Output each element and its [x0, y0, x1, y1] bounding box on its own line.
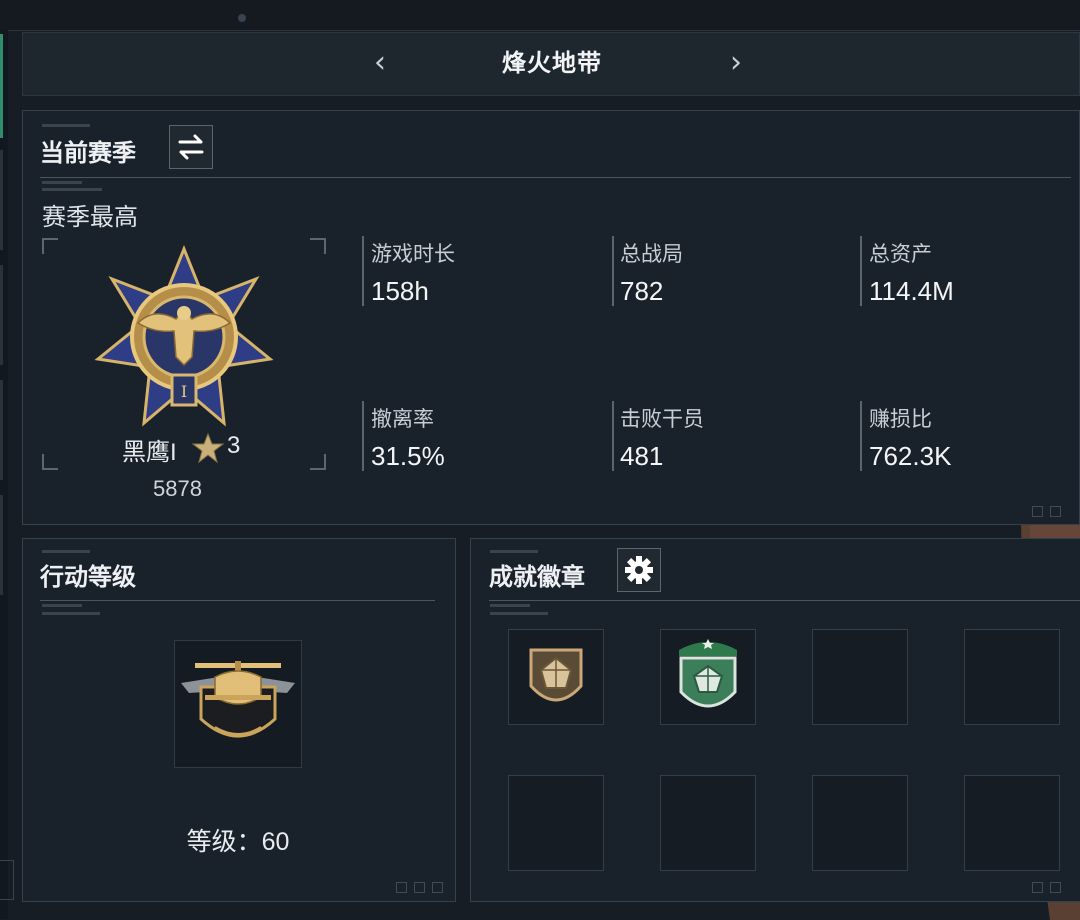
frame-corner — [310, 454, 326, 470]
top-bar — [0, 0, 1080, 31]
left-rail-tab[interactable] — [0, 495, 3, 595]
decor-line — [42, 124, 90, 127]
achievements-divider — [489, 600, 1080, 601]
stat-label: 总战局 — [620, 243, 683, 266]
chevron-left-icon[interactable]: ‹ — [365, 48, 395, 78]
decor-square — [1050, 506, 1061, 517]
stat-divider — [612, 401, 614, 471]
left-rail-tab[interactable] — [0, 150, 3, 250]
stat-label: 击败干员 — [620, 408, 704, 431]
season-divider — [40, 177, 1071, 178]
helicopter-badge-icon — [181, 661, 295, 738]
decor-square — [1050, 882, 1061, 893]
map-name: 烽火地带 — [502, 50, 602, 77]
achievement-slot-empty[interactable] — [508, 775, 604, 871]
bronze-shield-badge-icon — [529, 648, 583, 702]
action-level-title: 行动等级 — [40, 564, 136, 591]
stat-divider — [362, 401, 364, 471]
decor-line — [42, 550, 90, 553]
rank-name: 黑鹰I — [122, 439, 177, 466]
decor-line — [490, 604, 530, 607]
left-rail-active-marker — [0, 34, 3, 138]
stat-value: 31.5% — [371, 441, 445, 471]
decor-square — [1032, 882, 1043, 893]
decor-square — [432, 882, 443, 893]
frame-corner — [42, 238, 58, 254]
achievement-slot[interactable] — [660, 629, 756, 725]
decor-line — [490, 550, 538, 553]
frame-corner — [310, 238, 326, 254]
swap-arrows-icon — [178, 134, 204, 160]
achievement-slot-empty[interactable] — [660, 775, 756, 871]
achievement-slot-empty[interactable] — [964, 775, 1060, 871]
chevron-right-icon[interactable]: › — [721, 48, 751, 78]
season-switch-button[interactable] — [169, 125, 213, 169]
stat-label: 游戏时长 — [371, 243, 455, 266]
stat-divider — [612, 236, 614, 306]
stat-value: 481 — [620, 441, 664, 471]
green-shield-badge-icon — [679, 639, 737, 708]
stat-divider — [860, 401, 862, 471]
stat-value: 782 — [620, 276, 664, 306]
achievement-slot-empty[interactable] — [812, 629, 908, 725]
decor-square — [414, 882, 425, 893]
rank-medal-icon: I — [94, 245, 274, 427]
decor-line — [42, 612, 100, 615]
svg-text:I: I — [181, 382, 187, 401]
action-level-badge-frame — [174, 640, 302, 768]
decor-square — [1032, 506, 1043, 517]
action-level-text: 等级：60 — [186, 828, 290, 856]
left-rail-tab[interactable] — [0, 380, 3, 480]
star-icon — [192, 432, 224, 464]
map-selector: 烽火地带 ‹ › — [22, 32, 1080, 96]
decor-line — [42, 188, 102, 191]
achievements-title: 成就徽章 — [489, 564, 585, 591]
achievement-slot-empty[interactable] — [812, 775, 908, 871]
stat-value: 158h — [371, 276, 429, 306]
decor-line — [42, 181, 82, 184]
stat-label: 赚损比 — [869, 408, 932, 431]
season-subtitle: 赛季最高 — [42, 204, 138, 231]
stat-label: 总资产 — [869, 243, 932, 266]
achievement-slot-empty[interactable] — [964, 629, 1060, 725]
frame-corner — [42, 454, 58, 470]
gear-icon — [625, 556, 653, 584]
decor-line — [490, 612, 548, 615]
achievements-settings-button[interactable] — [617, 548, 661, 592]
rank-stars: 3 — [227, 432, 241, 459]
stat-divider — [362, 236, 364, 306]
stat-value: 762.3K — [869, 441, 952, 471]
decor-line — [42, 604, 82, 607]
rank-points: 5878 — [153, 476, 202, 501]
season-title: 当前赛季 — [40, 140, 136, 167]
decor-square — [396, 882, 407, 893]
action-level-divider — [40, 600, 435, 601]
top-dot — [238, 14, 246, 22]
stat-label: 撤离率 — [371, 408, 434, 431]
stat-divider — [860, 236, 862, 306]
left-rail-handle[interactable] — [0, 860, 14, 900]
stat-value: 114.4M — [869, 276, 954, 306]
left-rail-tab[interactable] — [0, 265, 3, 365]
achievement-slot[interactable] — [508, 629, 604, 725]
